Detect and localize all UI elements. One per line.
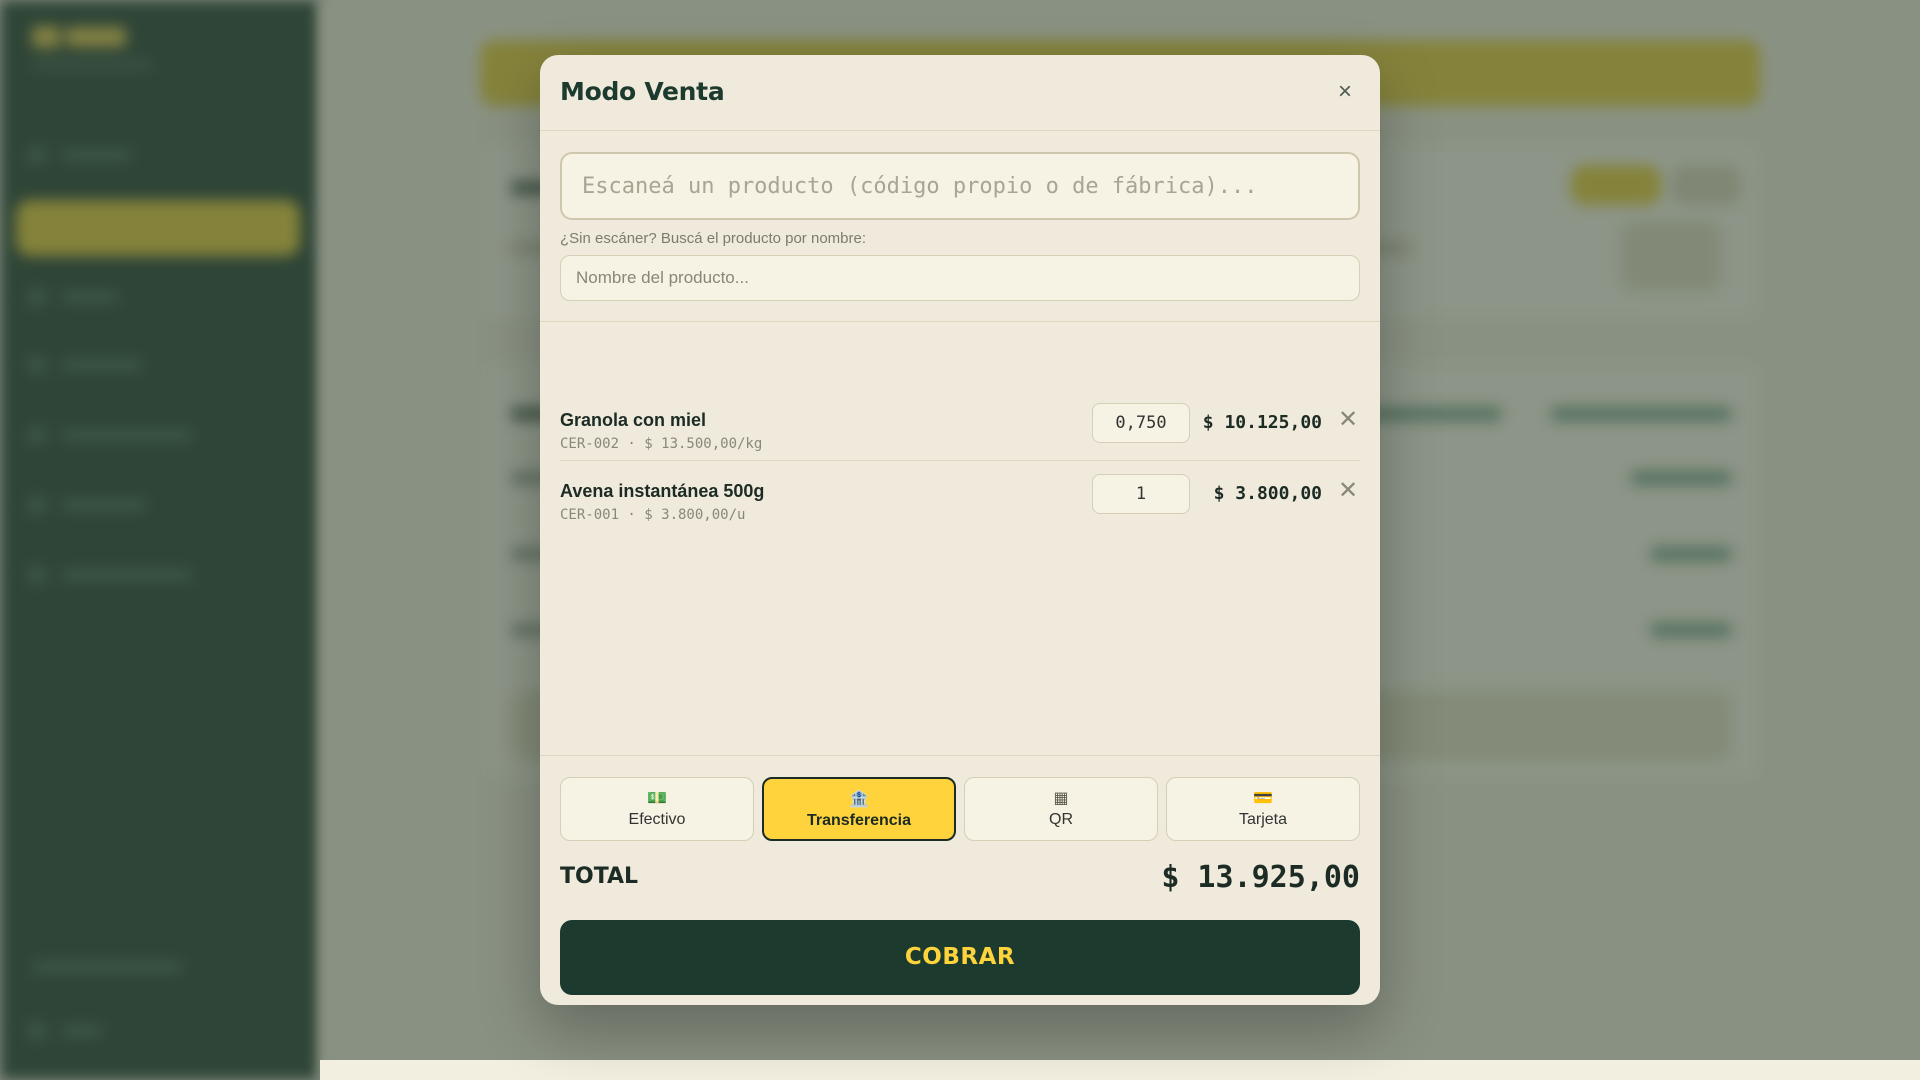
cart-item: Granola con miel CER-002 · $ 13.500,00/k… [560,390,1360,460]
quantity-input[interactable]: 1 [1092,474,1190,514]
barcode-scan-input[interactable] [560,152,1360,220]
payment-cash-button[interactable]: 💵 Efectivo [560,777,754,841]
scan-section: ¿Sin escáner? Buscá el producto por nomb… [540,131,1380,322]
modal-title: Modo Venta [560,77,725,106]
credit-card-icon: 💳 [1253,790,1273,807]
cart-item: Avena instantánea 500g CER-001 · $ 3.800… [560,460,1360,531]
close-icon[interactable]: × [1330,77,1360,107]
bank-icon: 🏦 [849,791,869,808]
payment-card-button[interactable]: 💳 Tarjeta [1166,777,1360,841]
bottom-strip [320,1060,1920,1080]
cart-item-subtotal: $ 3.800,00 [1213,483,1322,504]
remove-item-icon[interactable]: ✕ [1336,479,1360,503]
remove-item-icon[interactable]: ✕ [1336,408,1360,432]
payment-label: Transferencia [806,812,912,829]
quantity-input[interactable]: 0,750 [1092,403,1190,443]
payment-label: Tarjeta [1238,811,1288,828]
payment-qr-button[interactable]: ▦ QR [964,777,1158,841]
modal-header: Modo Venta × [540,55,1380,131]
cart-item-meta: CER-001 · $ 3.800,00/u [560,507,746,523]
cart-items-list: Granola con miel CER-002 · $ 13.500,00/k… [560,390,1360,531]
cart-item-name: Avena instantánea 500g [560,481,765,501]
sale-modal: Modo Venta × ¿Sin escáner? Buscá el prod… [540,55,1380,1005]
payment-label: QR [1049,811,1073,828]
cash-icon: 💵 [647,790,667,807]
cart-item-subtotal: $ 10.125,00 [1202,412,1322,433]
payment-transfer-button[interactable]: 🏦 Transferencia [762,777,956,841]
payment-label: Efectivo [628,811,686,828]
payment-methods: 💵 Efectivo 🏦 Transferencia ▦ QR 💳 Tarjet… [560,777,1360,841]
product-name-search-input[interactable] [560,255,1360,301]
total-value: $ 13.925,00 [1161,860,1360,895]
name-search-hint: ¿Sin escáner? Buscá el producto por nomb… [560,230,866,247]
total-row: TOTAL $ 13.925,00 [560,856,1360,896]
qr-icon: ▦ [1053,790,1069,807]
modal-footer: 💵 Efectivo 🏦 Transferencia ▦ QR 💳 Tarjet… [540,755,1380,1005]
cart-item-name: Granola con miel [560,410,707,430]
charge-button[interactable]: COBRAR [560,920,1360,995]
cart-item-meta: CER-002 · $ 13.500,00/kg [560,436,763,452]
total-label: TOTAL [560,864,639,889]
